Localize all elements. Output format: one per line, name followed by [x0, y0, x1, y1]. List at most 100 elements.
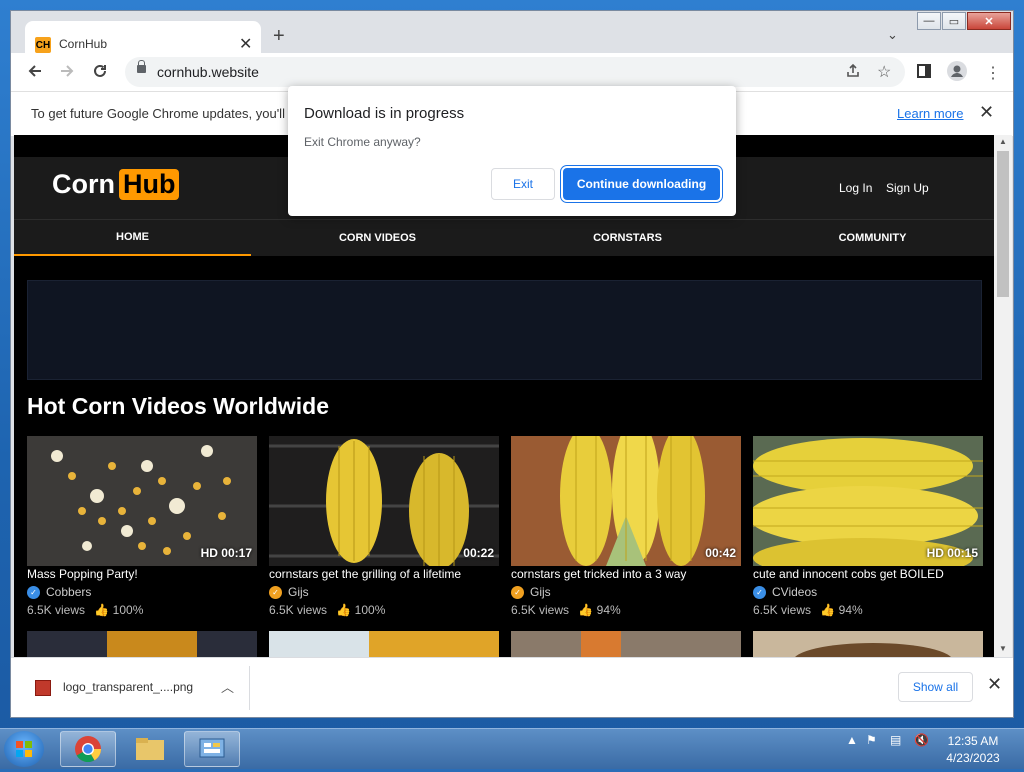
view-count: 6.5K views — [753, 603, 812, 617]
logo-text-corn: Corn — [52, 169, 115, 199]
video-thumbnail[interactable]: HD 00:17 — [27, 436, 257, 566]
video-stats: 6.5K views 👍 94% — [753, 603, 863, 617]
video-duration: HD 00:17 — [200, 546, 252, 560]
thumbs-up-icon: 👍 — [336, 603, 352, 617]
infobar-message: To get future Google Chrome updates, you… — [31, 106, 285, 121]
forward-arrow-icon[interactable] — [59, 63, 75, 84]
close-window-button[interactable]: ✕ — [967, 12, 1011, 30]
rating: 94% — [838, 603, 863, 617]
dialog-message: Exit Chrome anyway? — [304, 135, 421, 149]
video-title[interactable]: cornstars get the grilling of a lifetime — [269, 567, 461, 581]
minimize-button[interactable]: — — [917, 12, 941, 30]
nav-corn-videos[interactable]: CORN VIDEOS — [259, 220, 496, 256]
show-all-button[interactable]: Show all — [898, 672, 973, 702]
video-duration: 00:42 — [705, 546, 736, 560]
site-nav: HOME CORN VIDEOS CORNSTARS COMMUNITY — [14, 219, 994, 256]
view-count: 6.5K views — [269, 603, 328, 617]
login-link[interactable]: Log In — [839, 181, 872, 195]
continue-downloading-button[interactable]: Continue downloading — [563, 168, 720, 200]
chrome-icon — [75, 736, 102, 763]
new-tab-button[interactable]: + — [273, 25, 285, 48]
side-panel-icon[interactable] — [916, 63, 932, 84]
maximize-button[interactable]: ▭ — [942, 12, 966, 30]
divider — [249, 666, 250, 710]
video-thumbnail[interactable] — [27, 631, 257, 657]
menu-kebab-icon[interactable]: ⋮ — [985, 63, 1001, 83]
nav-community[interactable]: COMMUNITY — [754, 220, 991, 256]
folder-icon — [136, 738, 164, 760]
video-thumbnail[interactable] — [269, 631, 499, 657]
site-favicon-icon: CH — [35, 37, 51, 53]
video-thumbnail[interactable]: 00:42 — [511, 436, 741, 566]
ad-banner[interactable] — [27, 280, 982, 380]
channel-name[interactable]: Gijs — [288, 585, 309, 599]
channel-name[interactable]: Cobbers — [46, 585, 91, 599]
site-logo[interactable]: Corn Hub — [52, 169, 180, 200]
thumbs-up-icon: 👍 — [820, 603, 836, 617]
lock-icon[interactable] — [137, 60, 146, 73]
download-shelf: logo_transparent_....png ︿ Show all ✕ — [11, 657, 1013, 717]
verified-check-icon: ✓ — [511, 585, 524, 599]
video-title[interactable]: cute and innocent cobs get BOILED — [753, 567, 944, 581]
nav-cornstars[interactable]: CORNSTARS — [509, 220, 746, 256]
chevron-up-icon[interactable]: ︿ — [221, 677, 234, 696]
show-hidden-icons-chevron-icon[interactable]: ▲ — [846, 733, 858, 747]
video-channel[interactable]: ✓ Cobbers — [27, 585, 91, 599]
scroll-down-arrow-icon[interactable]: ▼ — [999, 644, 1007, 653]
thumbs-up-icon: 👍 — [578, 603, 594, 617]
reload-icon[interactable] — [92, 63, 108, 84]
url-text[interactable]: cornhub.website — [157, 64, 259, 80]
network-icon[interactable]: ▤ — [890, 733, 901, 747]
nav-home[interactable]: HOME — [14, 220, 251, 256]
signup-link[interactable]: Sign Up — [886, 181, 929, 195]
tab-close-icon[interactable]: ✕ — [239, 34, 252, 54]
download-shelf-close-icon[interactable]: ✕ — [987, 674, 1002, 695]
video-title[interactable]: cornstars get tricked into a 3 way — [511, 567, 686, 581]
exit-button[interactable]: Exit — [491, 168, 555, 200]
video-channel[interactable]: ✓ CVideos — [753, 585, 817, 599]
download-file-name[interactable]: logo_transparent_....png — [63, 680, 193, 694]
scrollbar-thumb[interactable] — [997, 151, 1009, 297]
video-duration: 00:22 — [463, 546, 494, 560]
windows-taskbar: ▲ ⚑ ▤ 🔇 12:35 AM 4/23/2023 — [0, 728, 1024, 769]
image-file-icon — [35, 680, 51, 696]
dialog-title: Download is in progress — [304, 105, 465, 122]
channel-name[interactable]: CVideos — [772, 585, 817, 599]
tab-search-chevron-icon[interactable]: ⌄ — [887, 27, 898, 43]
video-thumbnail[interactable]: 00:22 — [269, 436, 499, 566]
chrome-taskbar-button[interactable] — [60, 731, 116, 767]
learn-more-link[interactable]: Learn more — [897, 106, 963, 121]
start-button[interactable] — [4, 731, 44, 767]
video-stats: 6.5K views 👍 100% — [27, 603, 143, 617]
video-channel[interactable]: ✓ Gijs — [269, 585, 309, 599]
share-icon[interactable] — [845, 63, 861, 84]
scroll-up-arrow-icon[interactable]: ▲ — [999, 137, 1007, 146]
verified-check-icon: ✓ — [753, 585, 766, 599]
video-thumbnail[interactable]: HD 00:15 — [753, 436, 983, 566]
verified-check-icon: ✓ — [27, 585, 40, 599]
file-explorer-taskbar-button[interactable] — [122, 731, 178, 767]
volume-muted-icon[interactable]: 🔇 — [914, 733, 929, 747]
bookmark-star-icon[interactable]: ☆ — [877, 62, 891, 82]
channel-name[interactable]: Gijs — [530, 585, 551, 599]
view-count: 6.5K views — [27, 603, 86, 617]
rating: 100% — [112, 603, 144, 617]
control-panel-taskbar-button[interactable] — [184, 731, 240, 767]
verified-check-icon: ✓ — [269, 585, 282, 599]
system-clock[interactable]: 12:35 AM 4/23/2023 — [940, 733, 1006, 767]
video-stats: 6.5K views 👍 100% — [269, 603, 385, 617]
action-center-flag-icon[interactable]: ⚑ — [866, 733, 877, 747]
infobar-close-icon[interactable]: ✕ — [979, 102, 994, 123]
profile-avatar-icon[interactable] — [947, 61, 967, 86]
view-count: 6.5K views — [511, 603, 570, 617]
video-thumbnail[interactable] — [753, 631, 983, 657]
video-duration: HD 00:15 — [926, 546, 978, 560]
thumbs-up-icon: 👍 — [94, 603, 110, 617]
address-bar[interactable]: cornhub.website ☆ — [125, 57, 905, 87]
video-title[interactable]: Mass Popping Party! — [27, 567, 138, 581]
video-thumbnail[interactable] — [511, 631, 741, 657]
back-arrow-icon[interactable] — [27, 63, 43, 84]
video-channel[interactable]: ✓ Gijs — [511, 585, 551, 599]
tab-title: CornHub — [59, 37, 108, 51]
page-scrollbar[interactable]: ▲ ▼ — [994, 135, 1012, 657]
